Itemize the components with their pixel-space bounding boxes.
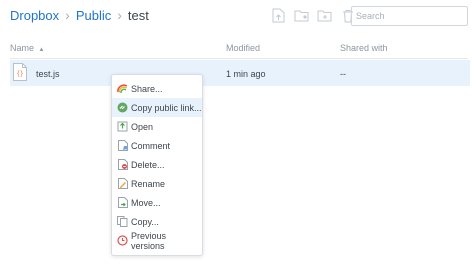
menu-item-label: Open [131,121,154,132]
column-header-name[interactable]: Name ▲ [10,43,44,53]
svg-text:{}: {} [16,71,23,78]
search-input[interactable] [352,11,467,21]
menu-item-open[interactable]: Open [112,117,202,136]
toolbar [270,7,356,24]
move-icon [117,197,128,208]
menu-item-share[interactable]: Share... [112,79,202,98]
context-menu: Share... Copy public link... Open Commen… [111,74,203,256]
copy-icon [117,216,128,227]
comment-icon [117,140,128,151]
open-icon [117,121,128,132]
file-modified: 1 min ago [226,69,266,79]
menu-item-label: Comment [131,140,171,151]
search-box [351,6,468,26]
header-divider [10,58,468,59]
menu-item-label: Rename [131,178,166,189]
share-icon [117,83,128,94]
delete-icon [117,159,128,170]
breadcrumb-current-folder: test [127,7,149,23]
breadcrumb-public[interactable]: Public [76,8,111,23]
menu-item-label: Copy public link... [131,102,202,113]
column-header-name-label: Name [10,43,35,53]
menu-item-comment[interactable]: Comment [112,136,202,155]
column-header-modified[interactable]: Modified [226,43,260,53]
link-icon [117,102,128,113]
menu-item-copy[interactable]: Copy... [112,212,202,231]
js-file-icon: {} [13,63,27,86]
menu-item-move[interactable]: Move... [112,193,202,212]
menu-item-rename[interactable]: Rename [112,174,202,193]
new-shared-folder-icon[interactable] [293,7,310,24]
menu-item-delete[interactable]: Delete... [112,155,202,174]
menu-item-copy-public-link[interactable]: Copy public link... [112,98,202,117]
file-shared-with: -- [340,69,346,79]
breadcrumb: Dropbox › Public › test [10,7,149,23]
menu-item-previous-versions[interactable]: Previous versions [112,230,202,251]
breadcrumb-separator: › [117,7,122,23]
upload-icon[interactable] [270,7,287,24]
file-name[interactable]: test.js [36,69,60,79]
column-header-shared-with[interactable]: Shared with [340,43,388,53]
table-row[interactable]: {} test.js 1 min ago -- [10,60,470,86]
menu-item-label: Move... [131,197,161,208]
new-folder-icon[interactable] [316,7,333,24]
breadcrumb-separator: › [65,7,70,23]
sort-ascending-icon: ▲ [38,47,45,53]
history-icon [117,235,128,246]
menu-item-label: Share... [131,83,163,94]
rename-icon [117,178,128,189]
menu-item-label: Copy... [131,216,159,227]
menu-item-label: Delete... [131,159,165,170]
menu-item-label: Previous versions [131,230,167,251]
breadcrumb-dropbox[interactable]: Dropbox [10,8,59,23]
